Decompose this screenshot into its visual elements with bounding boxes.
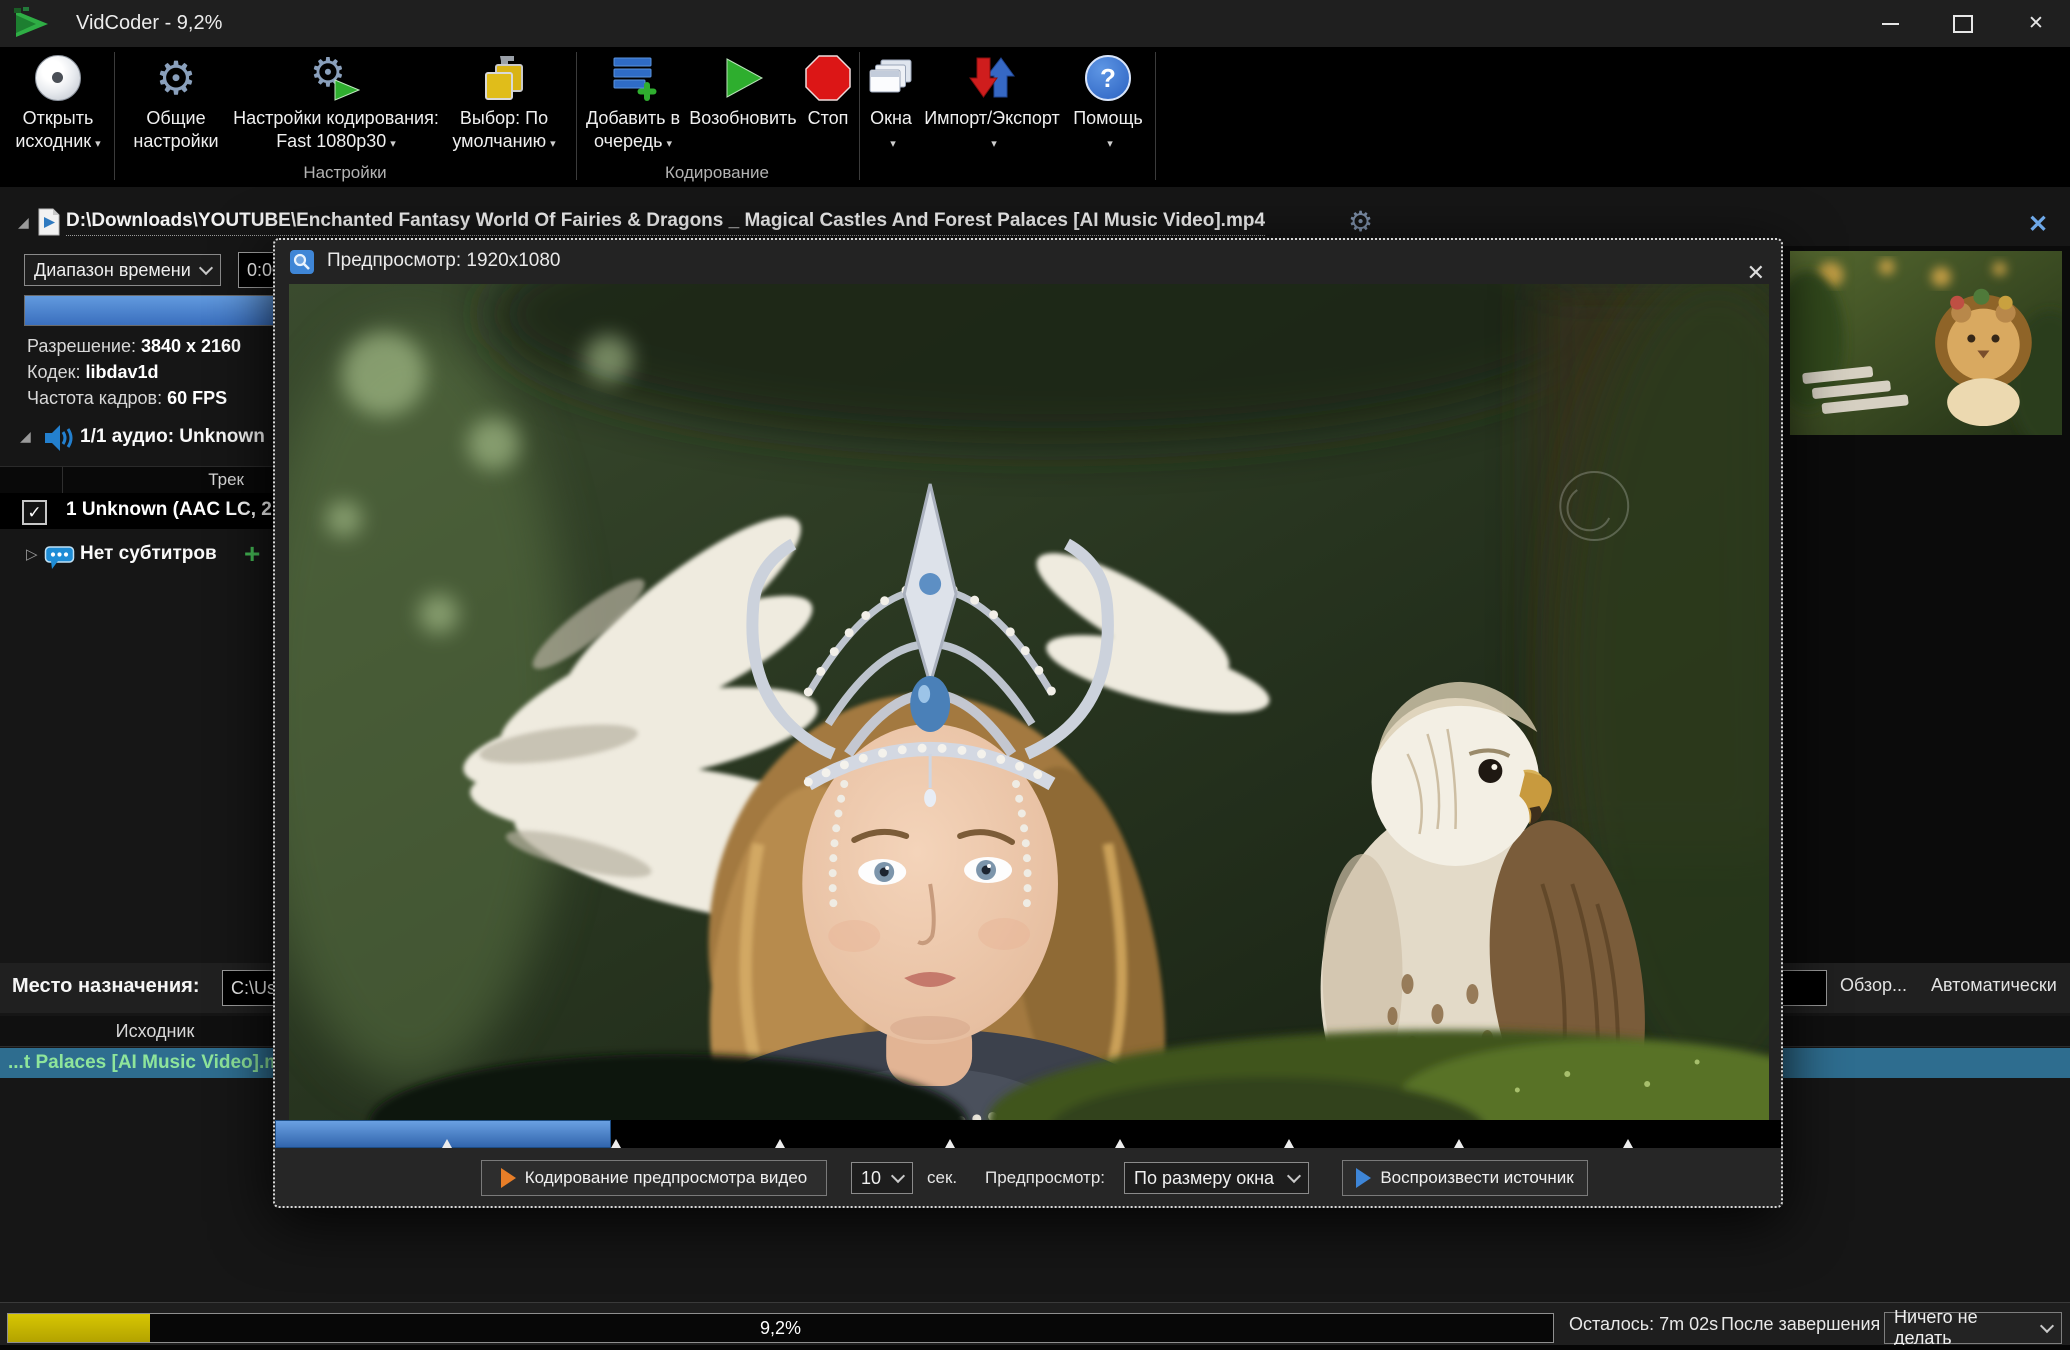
framerate-info: Частота кадров: 60 FPS (27, 388, 227, 409)
play-source-button[interactable]: Воспроизвести источник (1342, 1160, 1588, 1196)
open-source-button[interactable]: Открыть исходник▾ (8, 49, 108, 153)
toolbar-group-encoding: Кодирование (665, 163, 769, 183)
encode-progress-bar: 9,2% (7, 1313, 1554, 1343)
preview-close-button[interactable]: ✕ (1747, 262, 1765, 284)
source-path[interactable]: D:\Downloads\YOUTUBE\Enchanted Fantasy W… (66, 210, 1265, 236)
maximize-button[interactable] (1931, 0, 1995, 47)
seek-tick (1623, 1139, 1633, 1148)
toolbar-divider (114, 52, 115, 180)
help-icon: ? (1085, 49, 1131, 107)
preview-dialog-titlebar[interactable]: Предпросмотр: 1920x1080 ✕ (275, 240, 1781, 284)
window-title: VidCoder - 9,2% (76, 0, 222, 47)
chevron-down-icon (891, 1169, 905, 1183)
toolbar-divider (576, 52, 577, 180)
add-to-queue-button[interactable]: Добавить в очередь▾ (578, 49, 688, 153)
subtitles-expander-icon[interactable]: ▷ (26, 545, 38, 563)
close-button[interactable]: ✕ (2004, 0, 2068, 47)
import-export-arrows-icon (968, 49, 1016, 107)
codec-info: Кодек: libdav1d (27, 362, 159, 383)
speaker-icon (44, 424, 74, 457)
preview-size-select[interactable]: По размеру окна (1124, 1162, 1309, 1194)
preview-dialog-title: Предпросмотр: 1920x1080 (327, 250, 560, 272)
video-thumbnail (1790, 251, 2062, 435)
stop-button[interactable]: Стоп (802, 49, 854, 130)
toolbar-group-settings: Настройки (303, 163, 386, 183)
after-complete-select[interactable]: Ничего не делать (1884, 1312, 2062, 1344)
source-expander-icon[interactable]: ◢ (18, 214, 29, 231)
seek-tick (775, 1139, 785, 1148)
auto-naming-button[interactable]: Автоматически (1931, 975, 2057, 996)
main-preview-pane (1783, 246, 2070, 963)
import-export-button[interactable]: Импорт/Экспорт ▾ (922, 49, 1062, 153)
toolbar: Открыть исходник▾ ⚙ Общие настройки ⚙ На… (0, 47, 2070, 187)
source-progress-bar[interactable] (24, 295, 302, 326)
windows-stack-icon (868, 49, 914, 107)
seek-tick (1284, 1139, 1294, 1148)
seek-tick (1454, 1139, 1464, 1148)
windows-button[interactable]: Окна ▾ (866, 49, 916, 153)
audio-expander-icon[interactable]: ◢ (20, 428, 31, 445)
audio-track-checkbox[interactable]: ✓ (22, 500, 47, 525)
destination-label: Место назначения: (12, 975, 199, 998)
window-bottom-edge (0, 1345, 2070, 1350)
track-column-header: Трек (62, 467, 244, 493)
status-bar: 9,2% Осталось: 7m 02s После завершения Н… (0, 1302, 2070, 1346)
source-settings-gear-icon[interactable]: ⚙ (1348, 208, 1373, 236)
audio-track-row[interactable]: ✓ 1 Unknown (AAC LC, 2.0 (0, 493, 273, 529)
add-subtitle-button[interactable]: + (244, 538, 260, 570)
encoding-settings-button[interactable]: ⚙ Настройки кодирования: Fast 1080p30▾ (230, 49, 442, 153)
app-logo-icon (12, 6, 54, 47)
stop-icon (805, 49, 851, 107)
seek-tick (945, 1139, 955, 1148)
source-row: ◢ D:\Downloads\YOUTUBE\Enchanted Fantasy… (0, 208, 2070, 242)
queue-row-label: ...t Palaces [AI Music Video].mp (8, 1052, 293, 1074)
close-source-button[interactable]: ✕ (2028, 210, 2048, 239)
orange-play-icon (501, 1168, 516, 1188)
source-file-icon (38, 208, 60, 241)
disc-icon (35, 49, 81, 107)
preview-seconds-select[interactable]: 10 (851, 1162, 913, 1194)
chevron-down-icon (2040, 1319, 2054, 1333)
toolbar-divider (859, 52, 860, 180)
preview-seek-bar[interactable] (275, 1120, 1781, 1148)
track-table-header: Трек (0, 466, 273, 494)
minimize-button[interactable] (1858, 0, 1922, 47)
general-settings-button[interactable]: ⚙ Общие настройки (126, 49, 226, 153)
after-complete-label: После завершения (1721, 1303, 1880, 1346)
encode-preview-button[interactable]: Кодирование предпросмотра видео (481, 1160, 827, 1196)
progress-percent-label: 9,2% (8, 1314, 1553, 1342)
resolution-info: Разрешение: 3840 x 2160 (27, 336, 241, 357)
time-range-select[interactable]: Диапазон времени (24, 254, 221, 286)
queue-column-source[interactable]: Исходник (0, 1016, 310, 1046)
seek-tick (1115, 1139, 1125, 1148)
chevron-down-icon (199, 261, 213, 275)
seek-tick (611, 1139, 621, 1148)
title-bar: VidCoder - 9,2% ✕ (0, 0, 2070, 48)
gear-icon: ⚙ (155, 49, 196, 107)
browse-button[interactable]: Обзор... (1840, 975, 1907, 996)
toolbar-divider (1155, 52, 1156, 180)
subtitle-bubble-icon (44, 544, 76, 575)
add-queue-icon (609, 49, 657, 107)
encoding-gear-icon: ⚙ (310, 49, 362, 107)
magnifier-icon (290, 250, 314, 279)
preset-folders-icon (480, 49, 528, 107)
audio-section-header[interactable]: ◢ 1/1 аудио: Unknown (0, 422, 273, 456)
preset-choose-button[interactable]: Выбор: По умолчанию▾ (446, 49, 562, 153)
resume-button[interactable]: Возобновить (686, 49, 800, 130)
subtitles-row[interactable]: ▷ Нет субтитров + (0, 540, 273, 574)
preview-mode-label: Предпросмотр: (985, 1168, 1105, 1188)
seek-tick (442, 1139, 452, 1148)
preview-controls-bar: Кодирование предпросмотра видео 10 сек. … (275, 1148, 1781, 1206)
help-button[interactable]: ? Помощь ▾ (1068, 49, 1148, 153)
seconds-unit-label: сек. (927, 1168, 957, 1188)
play-icon (720, 49, 766, 107)
preview-image (289, 284, 1769, 1120)
time-remaining-label: Осталось: 7m 02s (1569, 1303, 1718, 1346)
blue-play-icon (1356, 1168, 1371, 1188)
preview-dialog: Предпросмотр: 1920x1080 ✕ (273, 238, 1783, 1208)
chevron-down-icon (1287, 1169, 1301, 1183)
app-window: VidCoder - 9,2% ✕ Открыть исходник▾ ⚙ Об… (0, 0, 2070, 1350)
